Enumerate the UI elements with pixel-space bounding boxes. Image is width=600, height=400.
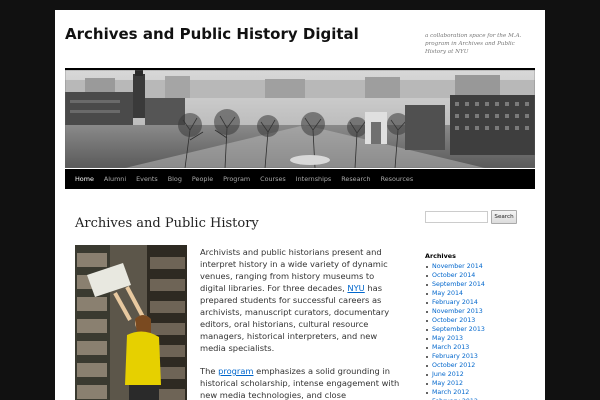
entry-photo — [75, 245, 187, 400]
archive-link[interactable]: November 2014 — [426, 262, 485, 271]
archives-widget-title: Archives — [425, 252, 456, 260]
entry-title: Archives and Public History — [75, 216, 259, 231]
entry-paragraph-text: The — [200, 366, 219, 376]
archive-link[interactable]: June 2012 — [426, 370, 485, 379]
program-link[interactable]: program — [218, 366, 253, 376]
nav-item-blog[interactable]: Blog — [163, 169, 187, 189]
site-description: a collaboration space for the M.A. progr… — [425, 33, 522, 55]
header-banner-image — [65, 70, 535, 168]
archive-link[interactable]: March 2013 — [426, 343, 485, 352]
archives-list: November 2014 October 2014 September 2014 M… — [426, 262, 485, 400]
site-title[interactable]: Archives and Public History Digital — [65, 25, 359, 43]
archive-link[interactable]: September 2014 — [426, 280, 485, 289]
nyu-link[interactable]: NYU — [347, 283, 364, 293]
archive-link[interactable]: March 2012 — [426, 388, 485, 397]
nav-item-research[interactable]: Research — [336, 169, 375, 189]
nav-item-internships[interactable]: Internships — [291, 169, 336, 189]
entry-paragraph-text: has prepared students for successful car… — [200, 283, 390, 353]
archive-link[interactable]: May 2013 — [426, 334, 485, 343]
main-navigation: Home Alumni Events Blog People Program C… — [65, 169, 535, 189]
page: Archives and Public History Digital a co… — [55, 10, 545, 400]
archive-link[interactable]: November 2013 — [426, 307, 485, 316]
search-button[interactable]: Search — [491, 210, 517, 224]
entry-content: Archivists and public historians present… — [200, 246, 400, 400]
archive-link[interactable]: October 2012 — [426, 361, 485, 370]
nav-item-courses[interactable]: Courses — [255, 169, 291, 189]
archive-link[interactable]: February 2013 — [426, 352, 485, 361]
entry-paragraph-1: Archivists and public historians present… — [200, 246, 400, 354]
archive-link[interactable]: October 2013 — [426, 316, 485, 325]
nav-item-resources[interactable]: Resources — [376, 169, 419, 189]
archive-link[interactable]: February 2014 — [426, 298, 485, 307]
nav-item-people[interactable]: People — [187, 169, 218, 189]
archive-link[interactable]: May 2014 — [426, 289, 485, 298]
search-input[interactable] — [425, 211, 488, 223]
entry-paragraph-2: The program emphasizes a solid grounding… — [200, 365, 400, 400]
archive-link[interactable]: May 2012 — [426, 379, 485, 388]
nav-item-events[interactable]: Events — [131, 169, 163, 189]
archive-link[interactable]: October 2014 — [426, 271, 485, 280]
archive-link[interactable]: September 2013 — [426, 325, 485, 334]
nav-item-alumni[interactable]: Alumni — [99, 169, 131, 189]
nav-item-program[interactable]: Program — [218, 169, 255, 189]
nav-item-home[interactable]: Home — [70, 169, 99, 189]
